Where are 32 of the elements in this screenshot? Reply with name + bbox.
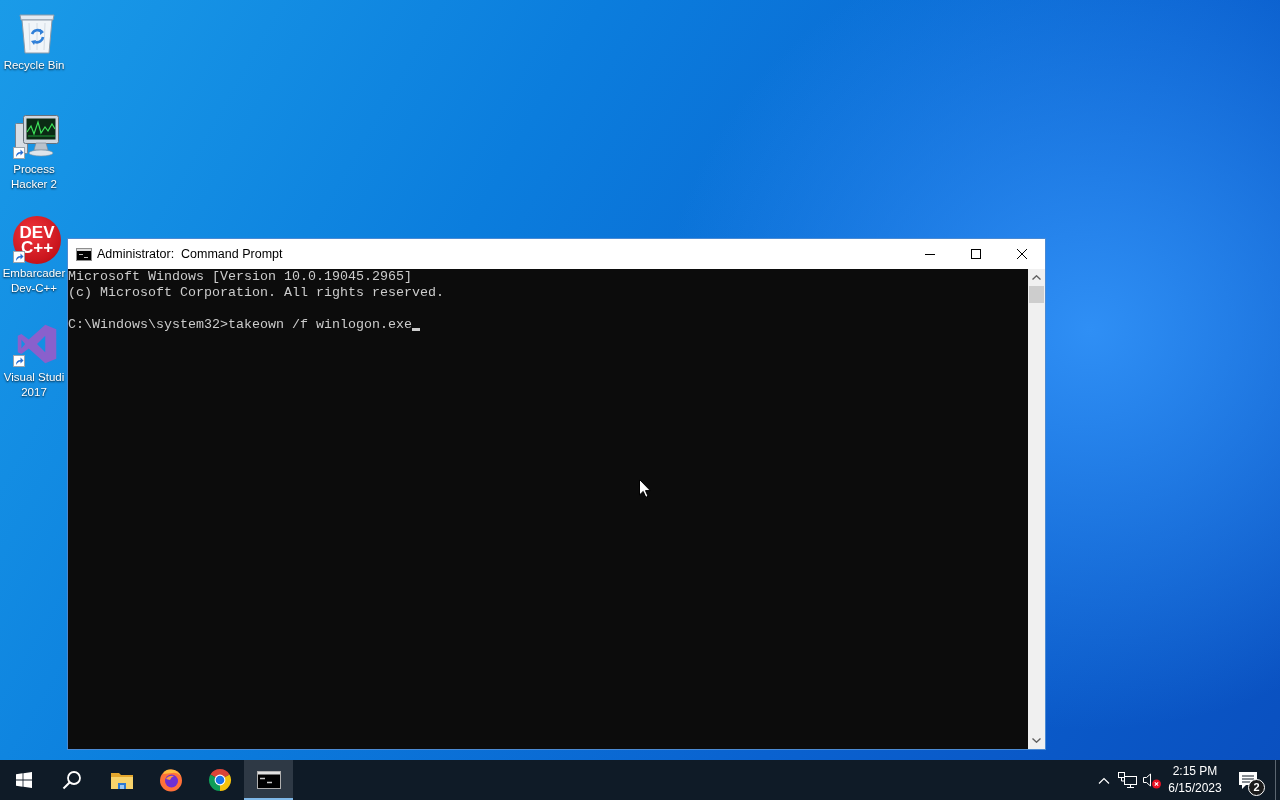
chevron-down-icon	[1032, 738, 1041, 743]
maximize-icon	[971, 249, 981, 259]
console-line: Microsoft Windows [Version 10.0.19045.2965]	[68, 269, 413, 285]
window-title: Administrator: Command Prompt	[97, 245, 283, 263]
terminal-icon	[76, 247, 92, 261]
mouse-pointer-icon	[639, 479, 651, 498]
console-line: (c) Microsoft Corporation. All rights reserved.	[68, 285, 445, 301]
scrollbar-thumb[interactable]	[1029, 286, 1044, 303]
folder-icon	[109, 770, 134, 790]
text-cursor-icon	[411, 328, 420, 331]
windows-logo-icon	[16, 772, 32, 788]
clock-date[interactable]: 6/15/2023	[1168, 780, 1222, 797]
desktop-icon-label[interactable]: Process Hacker 2	[1, 162, 67, 192]
computer-monitor-icon[interactable]	[14, 113, 60, 159]
desktop-icon-label[interactable]: Recycle Bin	[1, 58, 67, 73]
browser-icon	[158, 768, 183, 792]
notification-count-badge: 2	[1248, 779, 1265, 796]
desktop-icon-label[interactable]: Visual Studi 2017	[1, 370, 67, 400]
clock-time[interactable]: 2:15 PM	[1172, 763, 1218, 780]
search-icon	[62, 770, 82, 790]
browser-icon	[207, 768, 232, 792]
console-input-line: C:\Windows\system32>takeown /f winlogon.exe	[68, 317, 412, 333]
taskbar-button[interactable]	[244, 760, 293, 800]
scrollbar[interactable]	[1028, 269, 1045, 749]
desktop-icon-label[interactable]: Embarcader Dev-C++	[1, 266, 67, 296]
close-icon	[1017, 249, 1027, 259]
ribbon-logo-icon[interactable]	[15, 322, 59, 366]
chevron-up-icon	[1098, 776, 1110, 784]
terminal-icon	[256, 771, 281, 789]
chevron-up-icon	[1032, 275, 1041, 280]
network-icon	[1118, 771, 1138, 789]
app-logo[interactable]: DEV C++	[13, 216, 61, 264]
